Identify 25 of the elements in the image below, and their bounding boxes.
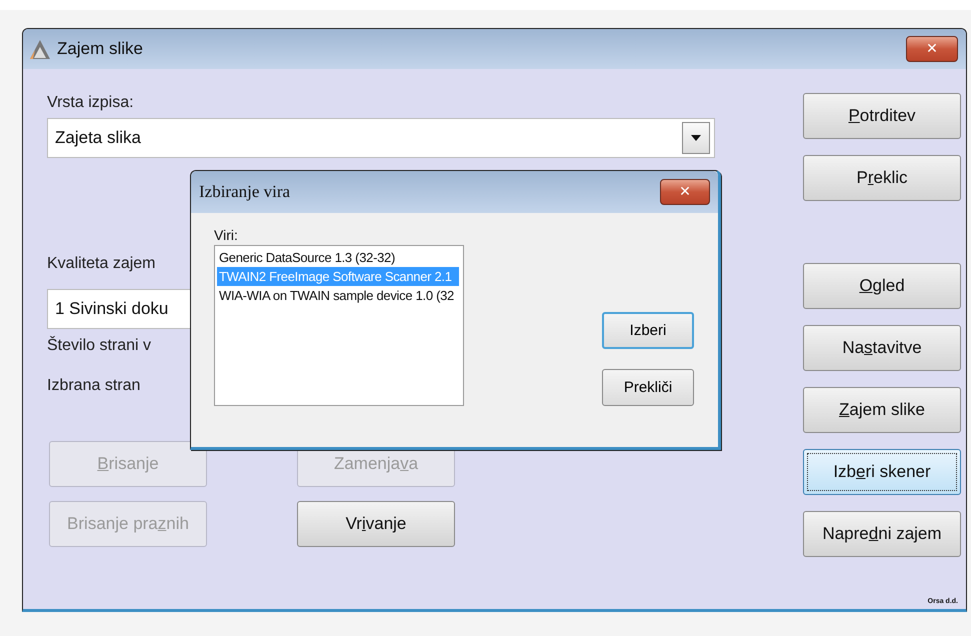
source-item[interactable]: Generic DataSource 1.3 (32-32) [217,248,459,267]
close-button[interactable]: ✕ [906,36,958,62]
source-item[interactable]: WIA-WIA on TWAIN sample device 1.0 (32 [217,286,459,305]
field-label: Izbrana stran [47,377,140,395]
output-type-dropdown[interactable]: Zajeta slika [47,118,715,158]
side-button[interactable]: Preklic [803,155,961,201]
field-label: Kvaliteta zajem [47,255,156,273]
app-logo-icon [29,38,51,60]
side-button[interactable]: Nastavitve [803,325,961,371]
window-title: Zajem slike [57,39,144,59]
field-label: Število strani v [47,337,152,355]
dropdown-button[interactable] [682,122,710,154]
side-button[interactable]: Izberi skener [803,449,961,495]
caret-icon [691,135,701,141]
side-button[interactable]: Napredni zajem [803,511,961,557]
dialog-button[interactable]: Prekliči [602,369,694,406]
side-button[interactable]: Potrditev [803,93,961,139]
dialog-button[interactable]: Izberi [602,312,694,349]
side-button[interactable]: Zajem slike [803,387,961,433]
side-button[interactable]: Ogled [803,263,961,309]
list-label: Viri: [214,227,239,243]
field-label: Vrsta izpisa: [47,94,134,112]
close-button[interactable]: ✕ [660,179,710,205]
dialog-title: Izbiranje vira [199,182,292,202]
action-button[interactable]: Vrivanje [297,501,455,547]
